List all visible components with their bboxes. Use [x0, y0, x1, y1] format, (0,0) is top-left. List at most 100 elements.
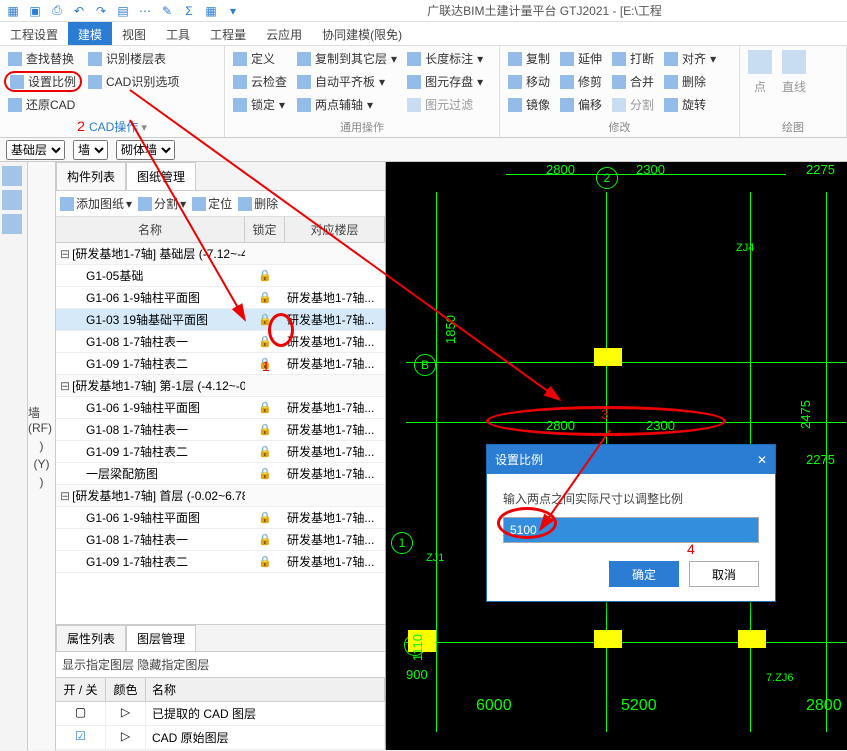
- offset-button[interactable]: 偏移: [556, 94, 606, 115]
- qat-icon[interactable]: ✎: [158, 2, 176, 20]
- delete-button[interactable]: 删除: [660, 71, 720, 92]
- strip-icon[interactable]: [2, 166, 22, 186]
- qat-icon[interactable]: ▣: [26, 2, 44, 20]
- qat-icon[interactable]: ▦: [4, 2, 22, 20]
- tree-row[interactable]: G1-06 1-9轴柱平面图🔒研发基地1-7轴...: [56, 507, 385, 529]
- scale-input[interactable]: [503, 517, 759, 543]
- tree-row[interactable]: G1-09 1-7轴柱表二🔒研发基地1-7轴...: [56, 551, 385, 573]
- tree-row[interactable]: ⊟[研发基地1-7轴] 首层 (-0.02~6.78): [56, 485, 385, 507]
- redo-icon[interactable]: ↷: [92, 2, 110, 20]
- tree-list[interactable]: ⊟[研发基地1-7轴] 基础层 (-7.12~-4.12)G1-05基础🔒G1-…: [56, 243, 385, 624]
- qat-icon[interactable]: ⎙: [48, 2, 66, 20]
- qat-icon[interactable]: ▦: [202, 2, 220, 20]
- tree-row[interactable]: 一层梁配筋图🔒研发基地1-7轴...: [56, 463, 385, 485]
- recognize-floor-table-button[interactable]: 识别楼层表: [84, 48, 183, 69]
- copy-button[interactable]: 复制: [504, 48, 554, 69]
- tab-component-list[interactable]: 构件列表: [56, 162, 126, 190]
- strip-icon[interactable]: [2, 190, 22, 210]
- split-drawing-button[interactable]: 分割 ▾: [138, 195, 186, 212]
- cad-recognition-options-button[interactable]: CAD识别选项: [84, 71, 183, 92]
- trim-button[interactable]: 修剪: [556, 71, 606, 92]
- undo-icon[interactable]: ↶: [70, 2, 88, 20]
- layer-row[interactable]: ▢ ▷ 已提取的 CAD 图层: [56, 702, 385, 726]
- tree-row[interactable]: G1-03 19轴基础平面图🔒研发基地1-7轴...: [56, 309, 385, 331]
- lock-icon[interactable]: 🔒: [258, 467, 272, 480]
- element-save-button[interactable]: 图元存盘 ▾: [403, 71, 487, 92]
- cloud-check-button[interactable]: 云检查: [229, 71, 291, 92]
- tree-row[interactable]: G1-06 1-9轴柱平面图🔒研发基地1-7轴...: [56, 287, 385, 309]
- tree-row[interactable]: G1-05基础🔒: [56, 265, 385, 287]
- tab-layer-manage[interactable]: 图层管理: [126, 625, 196, 651]
- qat-dropdown-icon[interactable]: ▾: [224, 2, 242, 20]
- tab-drawing-manage[interactable]: 图纸管理: [126, 162, 196, 190]
- tree-row[interactable]: G1-08 1-7轴柱表一🔒研发基地1-7轴...: [56, 529, 385, 551]
- tab-tools[interactable]: 工具: [156, 22, 200, 45]
- locate-button[interactable]: 定位: [192, 195, 232, 212]
- qat-icon[interactable]: ⋯: [136, 2, 154, 20]
- split-button[interactable]: 分割: [608, 94, 658, 115]
- lock-button[interactable]: 锁定 ▾: [229, 94, 291, 115]
- line-button[interactable]: 直线: [778, 48, 810, 97]
- collapse-icon[interactable]: ⊟: [60, 379, 70, 393]
- lock-icon[interactable]: 🔒: [258, 533, 272, 546]
- define-button[interactable]: 定义: [229, 48, 291, 69]
- collapse-icon[interactable]: ⊟: [60, 489, 70, 503]
- lock-icon[interactable]: 🔒: [258, 269, 272, 282]
- break-button[interactable]: 打断: [608, 48, 658, 69]
- extend-button[interactable]: 延伸: [556, 48, 606, 69]
- move-button[interactable]: 移动: [504, 71, 554, 92]
- cat-label[interactable]: (Y): [34, 455, 50, 473]
- layer-subtabs[interactable]: 显示指定图层 隐藏指定图层: [56, 652, 385, 677]
- cat-label[interactable]: ): [40, 473, 44, 491]
- length-label-button[interactable]: 长度标注 ▾: [403, 48, 487, 69]
- drawing-canvas[interactable]: 2800 2 2300 2275 B 1 A ZJ4 ZJ1 7.ZJ6 185…: [386, 162, 847, 750]
- tab-view[interactable]: 视图: [112, 22, 156, 45]
- tab-cloud[interactable]: 云应用: [256, 22, 312, 45]
- find-replace-button[interactable]: 查找替换: [4, 48, 82, 69]
- tab-property-list[interactable]: 属性列表: [56, 625, 126, 651]
- tree-row[interactable]: G1-09 1-7轴柱表二🔒研发基地1-7轴...: [56, 441, 385, 463]
- lock-icon[interactable]: 🔒: [258, 401, 272, 414]
- lock-icon[interactable]: 🔒: [258, 445, 272, 458]
- cat-label[interactable]: 墙(RF): [28, 402, 55, 437]
- tree-row[interactable]: G1-08 1-7轴柱表一🔒研发基地1-7轴...: [56, 331, 385, 353]
- lock-icon[interactable]: 🔒: [258, 555, 272, 568]
- add-drawing-button[interactable]: 添加图纸 ▾: [60, 195, 132, 212]
- lock-icon[interactable]: 🔒: [258, 313, 272, 326]
- auto-align-slab-button[interactable]: 自动平齐板 ▾: [293, 71, 401, 92]
- set-scale-button[interactable]: 设置比例: [4, 71, 82, 92]
- element-filter-button[interactable]: 图元过滤: [403, 94, 487, 115]
- rotate-button[interactable]: 旋转: [660, 94, 720, 115]
- copy-to-other-layer-button[interactable]: 复制到其它层 ▾: [293, 48, 401, 69]
- mirror-button[interactable]: 镜像: [504, 94, 554, 115]
- tree-row[interactable]: G1-06 1-9轴柱平面图🔒研发基地1-7轴...: [56, 397, 385, 419]
- close-icon[interactable]: ✕: [757, 453, 767, 467]
- dialog-titlebar[interactable]: 设置比例 ✕: [487, 445, 775, 474]
- qat-icon[interactable]: ▤: [114, 2, 132, 20]
- align-button[interactable]: 对齐 ▾: [660, 48, 720, 69]
- point-button[interactable]: 点: [744, 48, 776, 97]
- tab-collab[interactable]: 协同建模(限免): [312, 22, 412, 45]
- tree-row[interactable]: G1-08 1-7轴柱表一🔒研发基地1-7轴...: [56, 419, 385, 441]
- tree-row[interactable]: ⊟[研发基地1-7轴] 第-1层 (-4.12~-0.02): [56, 375, 385, 397]
- tab-modeling[interactable]: 建模: [68, 22, 112, 45]
- merge-button[interactable]: 合并: [608, 71, 658, 92]
- strip-icon[interactable]: [2, 214, 22, 234]
- qat-icon[interactable]: Σ: [180, 2, 198, 20]
- category-select[interactable]: 墙: [73, 140, 108, 160]
- type-select[interactable]: 砌体墙: [116, 140, 175, 160]
- layer-row[interactable]: ☑ ▷ CAD 原始图层: [56, 726, 385, 750]
- expand-icon[interactable]: ▷: [106, 702, 146, 725]
- cancel-button[interactable]: 取消: [689, 561, 759, 587]
- lock-icon[interactable]: 🔒: [258, 423, 272, 436]
- lock-icon[interactable]: 🔒: [258, 511, 272, 524]
- ok-button[interactable]: 确定: [609, 561, 679, 587]
- lock-icon[interactable]: 🔒: [258, 335, 272, 348]
- restore-cad-button[interactable]: 还原CAD: [4, 94, 82, 115]
- tree-row[interactable]: ⊟[研发基地1-7轴] 基础层 (-7.12~-4.12): [56, 243, 385, 265]
- collapse-icon[interactable]: ⊟: [60, 247, 70, 261]
- delete-drawing-button[interactable]: 删除: [238, 195, 278, 212]
- tab-project-settings[interactable]: 工程设置: [0, 22, 68, 45]
- expand-icon[interactable]: ▷: [106, 726, 146, 749]
- cat-label[interactable]: ): [40, 437, 44, 455]
